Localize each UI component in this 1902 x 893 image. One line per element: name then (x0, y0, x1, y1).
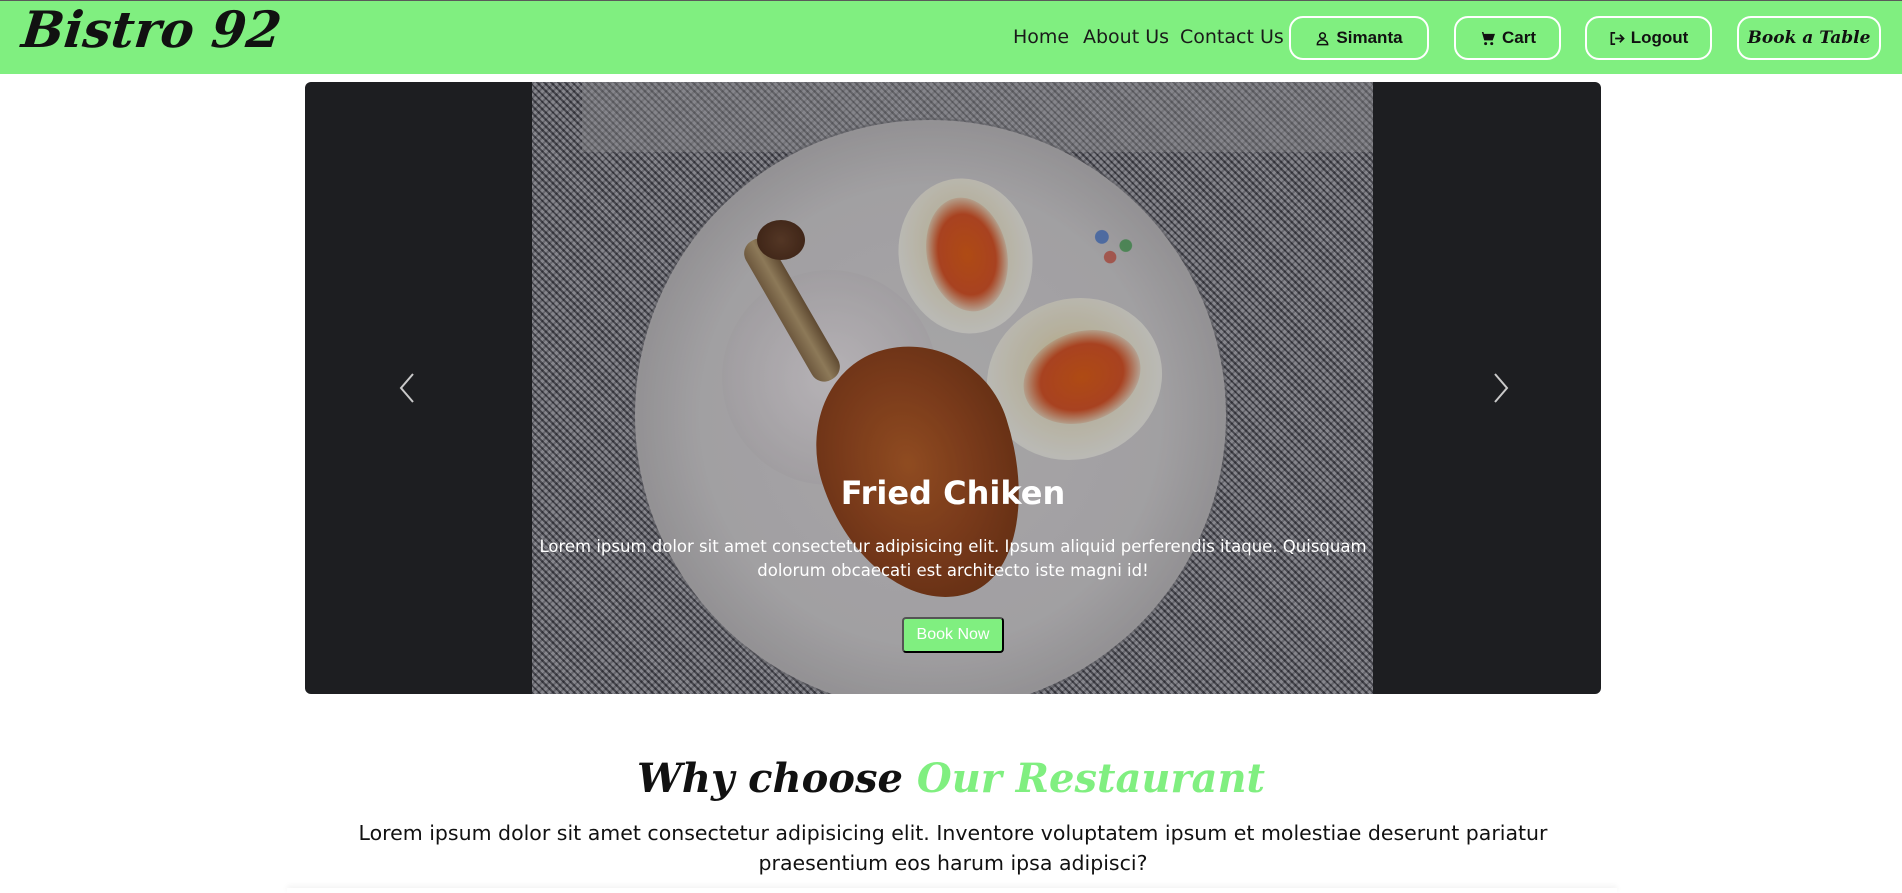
book-now-button[interactable]: Book Now (902, 617, 1004, 653)
nav-link-home[interactable]: Home (1013, 25, 1069, 49)
user-profile-button[interactable]: Simanta (1289, 16, 1429, 60)
why-choose-heading-accent: Our Restaurant (916, 755, 1266, 802)
nav-link-about-us[interactable]: About Us (1083, 25, 1169, 49)
brand-logo[interactable]: Bistro 92 (19, 0, 284, 59)
hero-carousel: Fried Chiken Lorem ipsum dolor sit amet … (305, 82, 1601, 694)
logout-label: Logout (1630, 28, 1689, 47)
book-a-table-button[interactable]: Book a Table (1737, 16, 1881, 60)
carousel-prev-button[interactable] (387, 366, 427, 410)
fried-chicken-image (532, 82, 1373, 694)
image-overlay (532, 82, 1373, 694)
nav-link-contact-us[interactable]: Contact Us (1180, 25, 1284, 49)
navbar: Bistro 92 Home About Us Contact Us Siman… (0, 0, 1902, 74)
slide-description: Lorem ipsum dolor sit amet consectetur a… (539, 537, 1367, 580)
why-choose-heading-part1: Why choose (636, 755, 903, 802)
slide-title: Fried Chiken (840, 474, 1066, 512)
chevron-left-icon (399, 373, 414, 403)
carousel-next-button[interactable] (1481, 366, 1521, 410)
user-name-label: Simanta (1336, 28, 1403, 47)
user-icon (1315, 31, 1330, 46)
logout-button[interactable]: Logout (1585, 16, 1712, 60)
chevron-right-icon (1494, 373, 1509, 403)
why-choose-heading: Why choose Our Restaurant (0, 752, 1902, 806)
cart-button[interactable]: Cart (1454, 16, 1561, 60)
logout-icon (1609, 31, 1625, 46)
why-choose-description: Lorem ipsum dolor sit amet consectetur a… (358, 821, 1548, 875)
cart-label: Cart (1501, 28, 1536, 47)
cart-icon (1479, 31, 1496, 46)
feature-cards-edge (287, 888, 1617, 893)
